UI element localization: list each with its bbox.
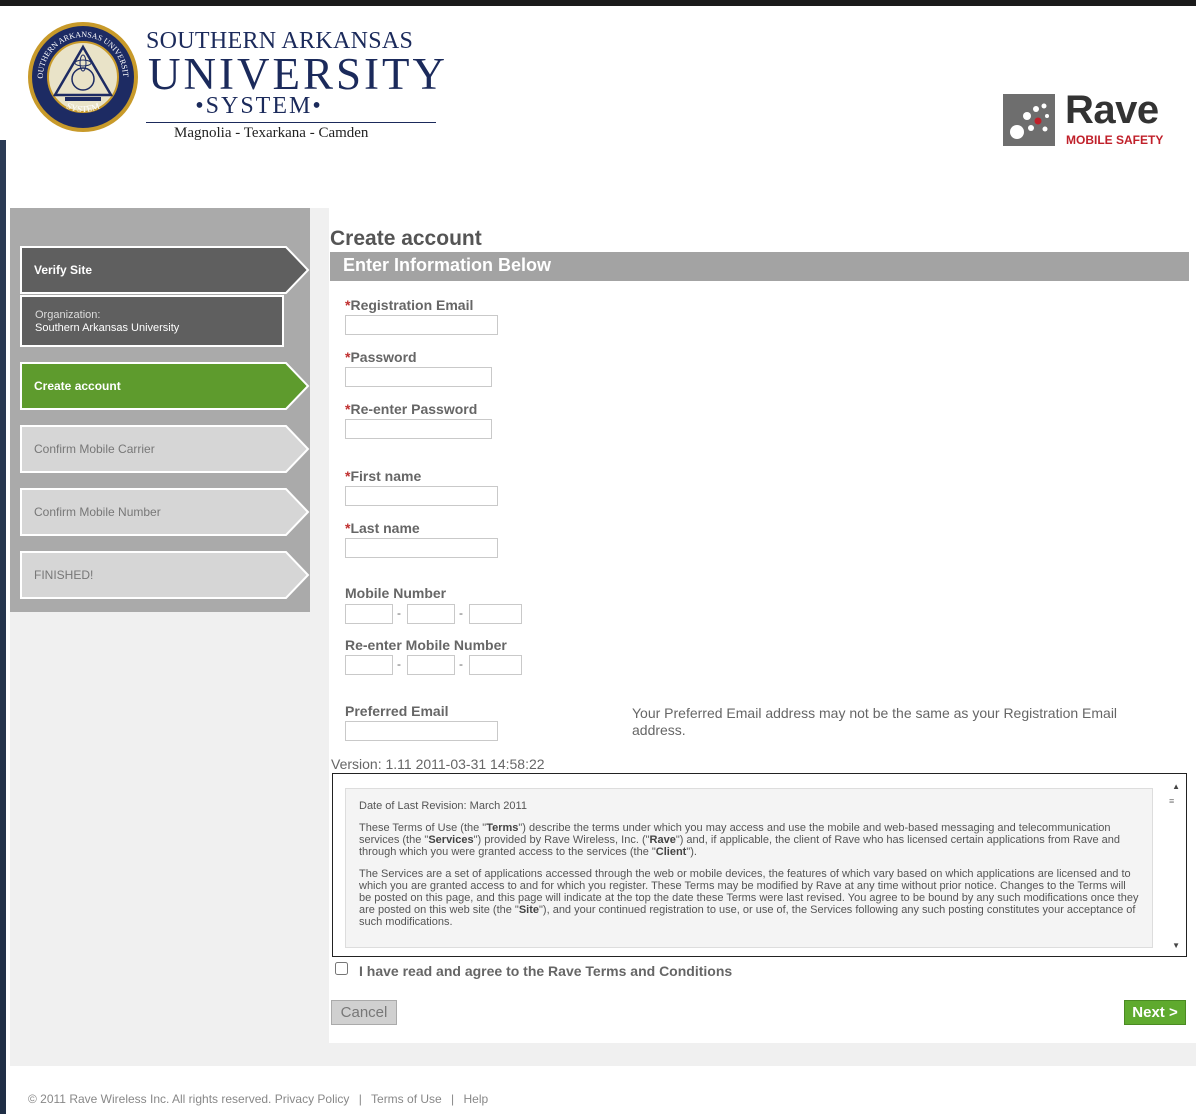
step-finished: FINISHED! xyxy=(20,551,310,599)
rave-tagline: MOBILE SAFETY xyxy=(1066,133,1164,147)
terms-revision-date: Date of Last Revision: March 2011 xyxy=(359,800,527,812)
step-label: Confirm Mobile Carrier xyxy=(34,442,155,456)
mobile-area-code-input[interactable] xyxy=(345,604,393,624)
next-button[interactable]: Next > xyxy=(1124,1000,1186,1025)
window-top-bar xyxy=(0,0,1196,6)
terms-of-use-link[interactable]: Terms of Use xyxy=(371,1092,442,1106)
mobile-dash: - xyxy=(459,606,463,620)
privacy-policy-link[interactable]: Privacy Policy xyxy=(275,1092,350,1106)
preferred-email-label: Preferred Email xyxy=(345,703,449,719)
reenter-mobile-line-input[interactable] xyxy=(469,655,522,675)
page-title: Create account xyxy=(330,227,482,250)
mobile-dash: - xyxy=(397,657,401,671)
agree-terms-label[interactable]: I have read and agree to the Rave Terms … xyxy=(359,963,732,979)
section-header: Enter Information Below xyxy=(330,252,1189,281)
step-label: Create account xyxy=(34,379,121,393)
scroll-down-arrow-icon[interactable]: ▼ xyxy=(1172,941,1180,950)
university-seal-logo: SOUTHERN ARKANSAS UNIVERSITY SYSTEM xyxy=(27,21,138,132)
password-label: *Password xyxy=(345,349,417,365)
wordmark-campuses: Magnolia - Texarkana - Camden xyxy=(174,125,369,141)
rave-logo: Rave MOBILE SAFETY xyxy=(1003,88,1175,150)
rave-dots-icon xyxy=(1003,94,1055,146)
first-name-label: *First name xyxy=(345,468,422,484)
window-left-edge xyxy=(0,140,6,1114)
scroll-thumb-grip-icon[interactable]: ≡ xyxy=(1169,796,1183,806)
terms-version: Version: 1.11 2011-03-31 14:58:22 xyxy=(331,756,545,772)
registration-email-input[interactable] xyxy=(345,315,498,335)
last-name-input[interactable] xyxy=(345,538,498,558)
help-link[interactable]: Help xyxy=(464,1092,489,1106)
footer-separator: | xyxy=(451,1092,455,1106)
step-label: Confirm Mobile Number xyxy=(34,505,161,519)
footer-separator: | xyxy=(358,1092,362,1106)
terms-paragraph-1: These Terms of Use (the "Terms") describ… xyxy=(359,822,1120,858)
terms-content: Date of Last Revision: March 2011 These … xyxy=(345,788,1153,948)
rave-wordmark: Rave xyxy=(1065,88,1159,132)
reenter-password-label: *Re-enter Password xyxy=(345,401,478,417)
reenter-mobile-area-code-input[interactable] xyxy=(345,655,393,675)
first-name-input[interactable] xyxy=(345,486,498,506)
password-input[interactable] xyxy=(345,367,492,387)
step-confirm-mobile-carrier: Confirm Mobile Carrier xyxy=(20,425,310,473)
terms-paragraph-2: The Services are a set of applications a… xyxy=(359,868,1139,928)
organization-box: Organization: Southern Arkansas Universi… xyxy=(20,295,284,347)
step-create-account: Create account xyxy=(20,362,310,410)
organization-value: Southern Arkansas University xyxy=(35,322,180,334)
reenter-mobile-prefix-input[interactable] xyxy=(407,655,455,675)
wordmark-line2: UNIVERSITY xyxy=(148,49,448,99)
reenter-mobile-label: Re-enter Mobile Number xyxy=(345,637,507,653)
mobile-dash: - xyxy=(459,657,463,671)
agree-terms-checkbox[interactable] xyxy=(335,962,348,975)
step-verify-site: Verify Site xyxy=(20,246,310,294)
cancel-button[interactable]: Cancel xyxy=(331,1000,397,1025)
terms-scroll-box[interactable]: Date of Last Revision: March 2011 These … xyxy=(332,773,1187,957)
mobile-line-input[interactable] xyxy=(469,604,522,624)
step-confirm-mobile-number: Confirm Mobile Number xyxy=(20,488,310,536)
preferred-email-input[interactable] xyxy=(345,721,498,741)
mobile-prefix-input[interactable] xyxy=(407,604,455,624)
step-label: Verify Site xyxy=(34,263,93,277)
organization-label: Organization: xyxy=(35,309,101,321)
step-label: FINISHED! xyxy=(34,568,94,582)
footer: © 2011 Rave Wireless Inc. All rights res… xyxy=(28,1092,488,1106)
wordmark-divider xyxy=(146,122,436,123)
mobile-number-label: Mobile Number xyxy=(345,585,447,601)
reenter-password-input[interactable] xyxy=(345,419,492,439)
footer-copyright: © 2011 Rave Wireless Inc. All rights res… xyxy=(28,1092,272,1106)
mobile-dash: - xyxy=(397,606,401,620)
university-wordmark: SOUTHERN ARKANSAS UNIVERSITY •SYSTEM• Ma… xyxy=(146,28,448,142)
registration-email-label: *Registration Email xyxy=(345,297,474,313)
preferred-email-note: Your Preferred Email address may not be … xyxy=(632,705,1118,738)
last-name-label: *Last name xyxy=(345,520,420,536)
scroll-up-arrow-icon[interactable]: ▲ xyxy=(1172,782,1180,791)
